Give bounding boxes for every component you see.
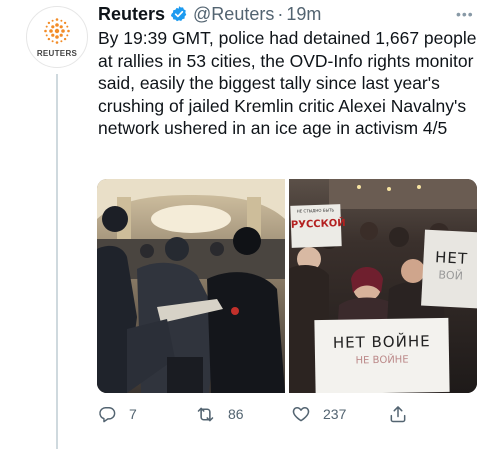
verified-badge-icon [170, 6, 187, 22]
tweet-header: Reuters @Reuters · 19m [98, 2, 321, 26]
tweet-timestamp[interactable]: 19m [286, 4, 321, 25]
header-separator: · [277, 3, 284, 24]
reuters-logo-icon [44, 18, 70, 44]
sign-right: НЕТ ВОЙ [421, 229, 477, 309]
reply-button[interactable]: 7 [98, 402, 137, 426]
tweet-media[interactable]: НЕ СТЫДНО БЫТЬ РУССКОЙ НЕТ ВОЙ НЕТ ВОЙНЕ… [97, 179, 477, 393]
sign-bottom-big-text: НЕТ ВОЙНЕ [332, 332, 431, 352]
sign-right-big-text: НЕТ [434, 248, 469, 268]
photo-police-detaining-protester-icon [97, 179, 285, 393]
more-options-icon[interactable]: ••• [456, 6, 474, 22]
reply-icon [99, 406, 116, 422]
account-name[interactable]: Reuters [98, 4, 165, 25]
share-button[interactable] [388, 402, 408, 426]
sign-bottom-small-text: НЕ ВОЙНЕ [355, 354, 409, 367]
sign-top-left: НЕ СТЫДНО БЫТЬ РУССКОЙ [290, 204, 346, 248]
photo-protesters-with-signs[interactable]: НЕ СТЫДНО БЫТЬ РУССКОЙ НЕТ ВОЙ НЕТ ВОЙНЕ… [289, 179, 477, 393]
action-bar: 7 86 237 [98, 402, 418, 426]
like-button[interactable]: 237 [291, 402, 346, 426]
heart-icon [292, 407, 310, 422]
reuters-avatar[interactable]: REUTERS [26, 6, 88, 68]
share-icon [390, 406, 406, 423]
sign-top-small-text: НЕ СТЫДНО БЫТЬ [296, 207, 335, 214]
sign-top-big-text: РУССКОЙ [290, 217, 346, 231]
avatar-logo-text: REUTERS [36, 49, 78, 58]
reply-count: 7 [129, 406, 137, 422]
photo-police-detaining-protester[interactable] [97, 179, 285, 393]
retweet-button[interactable]: 86 [195, 402, 244, 426]
retweet-icon [197, 407, 214, 421]
account-handle[interactable]: @Reuters [193, 4, 274, 25]
tweet-text: By 19:39 GMT, police had detained 1,667 … [98, 28, 477, 139]
sign-right-small-text: ВОЙ [438, 268, 464, 283]
like-count: 237 [323, 406, 347, 422]
sign-bottom-center: НЕТ ВОЙНЕ НЕ ВОЙНЕ [314, 317, 450, 393]
thread-line [56, 74, 58, 449]
retweet-count: 86 [228, 406, 244, 422]
